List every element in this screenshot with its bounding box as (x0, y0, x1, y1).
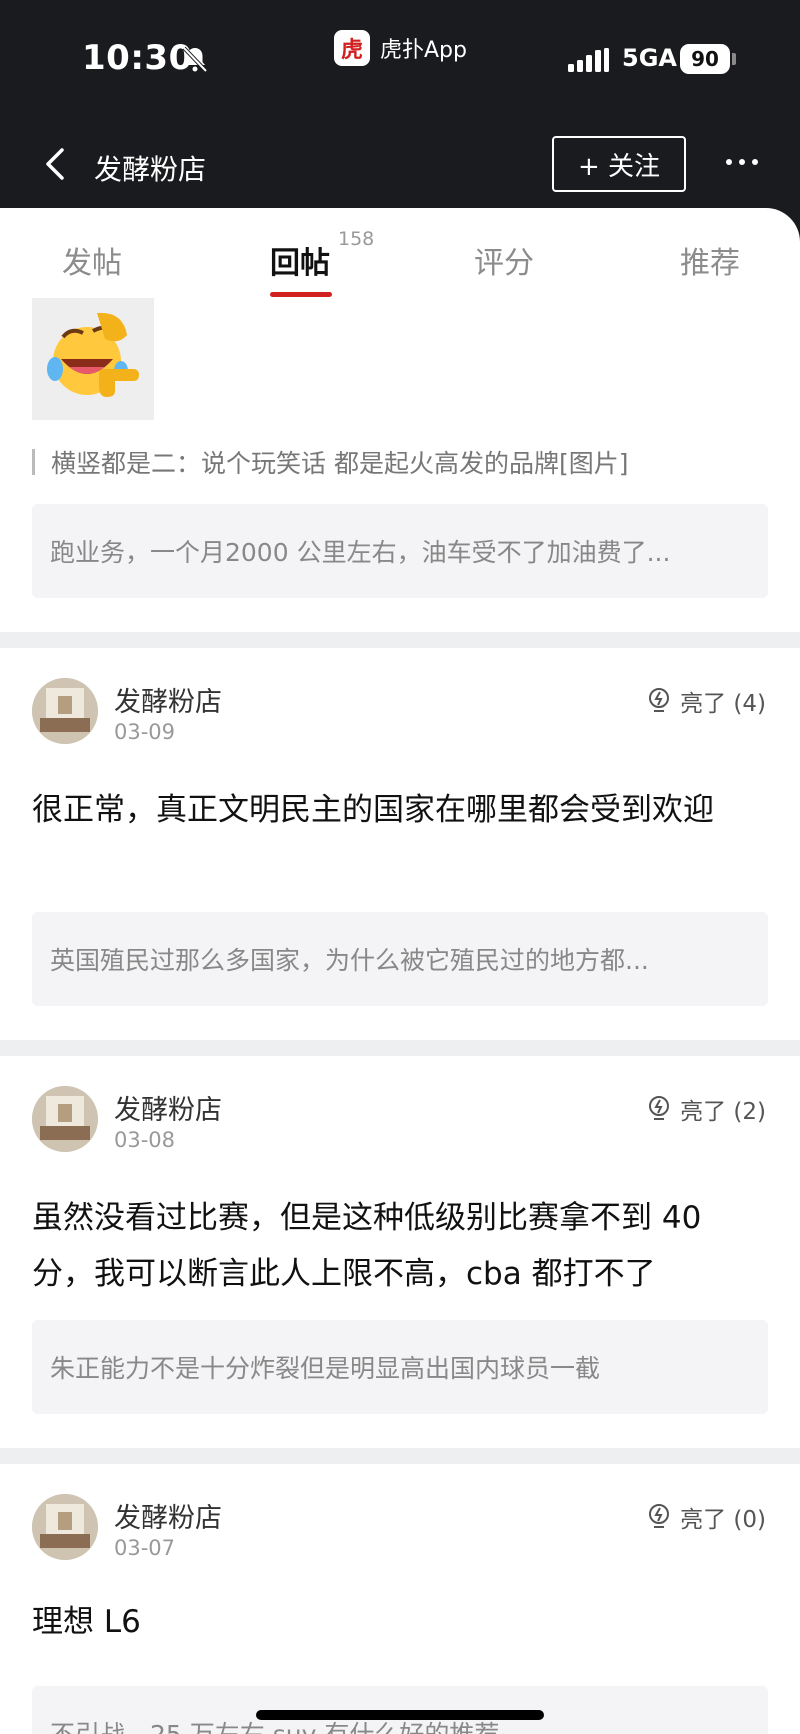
avatar[interactable] (32, 1086, 98, 1152)
page-title: 发酵粉店 (94, 153, 207, 186)
tab-ratings[interactable]: 评分 (474, 238, 534, 282)
reference-box[interactable]: 朱正能力不是十分炸裂但是明显高出国内球员一截 (32, 1320, 768, 1414)
follow-button[interactable]: + 关注 (552, 136, 686, 192)
nav-bar: 发酵粉店 + 关注 (0, 118, 800, 210)
signal-icon (568, 48, 609, 72)
avatar[interactable] (32, 678, 98, 744)
reply-text: 虽然没看过比赛，但是这种低级别比赛拿不到 40 分，我可以断言此人上限不高，cb… (32, 1200, 702, 1292)
emoji-sticker-image[interactable] (32, 298, 154, 420)
light-count: 亮了 (4) (680, 691, 766, 717)
light-count: 亮了 (2) (680, 1099, 766, 1125)
quote-bar (32, 449, 35, 475)
lightbulb-icon (649, 688, 670, 712)
hupu-logo-icon: 虎 (334, 30, 370, 66)
post-date: 03-08 (114, 1128, 176, 1152)
light-button[interactable]: 亮了 (4) (646, 684, 766, 718)
battery-icon: 90 (680, 44, 730, 74)
more-options-icon[interactable] (726, 152, 760, 172)
lightbulb-icon (649, 1096, 670, 1120)
back-arrow-icon[interactable] (40, 144, 74, 184)
tab-posts[interactable]: 发帖 (62, 238, 122, 282)
bell-muted-icon (182, 46, 208, 73)
light-button[interactable]: 亮了 (0) (646, 1500, 766, 1534)
quote-line[interactable]: 横竖都是二：说个玩笑话 都是起火高发的品牌[图片] (32, 444, 628, 480)
tab-replies-count: 158 (338, 228, 375, 250)
content-sheet: 发帖 回帖 158 评分 推荐 横竖都是二：说个玩笑话 都是起火高发的品牌[图片… (0, 208, 800, 1734)
status-time: 10:30 (82, 38, 193, 78)
section-divider (0, 632, 800, 648)
light-count: 亮了 (0) (680, 1507, 766, 1533)
quote-text: 横竖都是二：说个玩笑话 都是起火高发的品牌[图片] (51, 449, 629, 478)
post-date: 03-07 (114, 1536, 176, 1560)
status-bar: 10:30 虎 虎扑App 5GA 90 (0, 0, 800, 118)
post-date: 03-09 (114, 720, 176, 744)
tab-recommend[interactable]: 推荐 (680, 238, 740, 282)
tab-bar: 发帖 回帖 158 评分 推荐 (0, 208, 800, 300)
reply-text: 很正常，真正文明民主的国家在哪里都会受到欢迎 (32, 792, 714, 828)
reference-box[interactable]: 跑业务，一个月2000 公里左右，油车受不了加油费了... (32, 504, 768, 598)
reference-box[interactable]: 英国殖民过那么多国家，为什么被它殖民过的地方都... (32, 912, 768, 1006)
active-tab-indicator (270, 292, 332, 297)
reply-card[interactable]: 发酵粉店 03-07 亮了 (0) 理想 L6 不引战，25 万左右 suv 有… (0, 1464, 800, 1734)
laughing-emoji-icon (47, 312, 139, 397)
battery-tip (732, 53, 736, 65)
reply-card[interactable]: 发酵粉店 03-09 亮了 (4) 很正常，真正文明民主的国家在哪里都会受到欢迎… (0, 648, 800, 1040)
section-divider (0, 1040, 800, 1056)
avatar[interactable] (32, 1494, 98, 1560)
lightbulb-icon (649, 1504, 670, 1528)
light-button[interactable]: 亮了 (2) (646, 1092, 766, 1126)
home-indicator[interactable] (256, 1710, 544, 1720)
status-app-name: 虎扑App (380, 38, 467, 63)
tab-replies[interactable]: 回帖 (270, 238, 330, 282)
status-app-indicator: 虎 虎扑App (334, 30, 467, 66)
author-name[interactable]: 发酵粉店 (114, 680, 222, 719)
network-type: 5GA (622, 44, 677, 72)
author-name[interactable]: 发酵粉店 (114, 1088, 222, 1127)
reply-card[interactable]: 发酵粉店 03-08 亮了 (2) 虽然没看过比赛，但是这种低级别比赛拿不到 4… (0, 1056, 800, 1448)
section-divider (0, 1448, 800, 1464)
reply-text: 理想 L6 (32, 1604, 141, 1640)
author-name[interactable]: 发酵粉店 (114, 1496, 222, 1535)
